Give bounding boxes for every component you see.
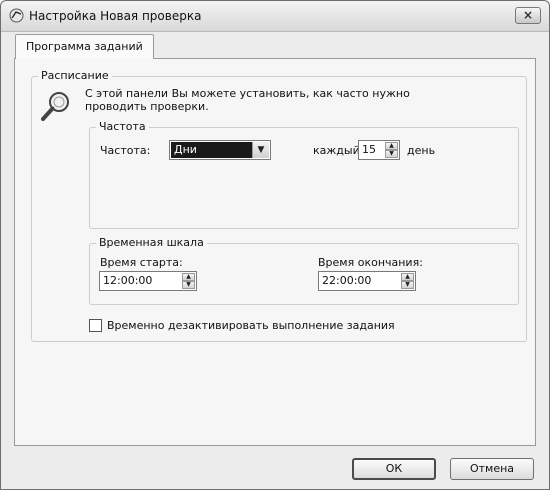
schedule-legend: Расписание [38,69,112,82]
spin-down-icon[interactable]: ▼ [385,150,398,158]
magnifier-icon [41,92,69,121]
start-time-value: 12:00:00 [103,274,153,287]
spin-up-icon[interactable]: ▲ [401,273,414,281]
spin-up-icon[interactable]: ▲ [182,273,195,281]
spin-down-icon[interactable]: ▼ [401,281,414,289]
end-time-value: 22:00:00 [322,274,372,287]
spin-down-icon[interactable]: ▼ [182,281,195,289]
frequency-selected-value: Дни [171,142,254,158]
close-button[interactable]: × [515,7,541,24]
window-title: Настройка Новая проверка [29,9,202,23]
end-time-input[interactable]: 22:00:00 ▲ ▼ [318,271,416,291]
frequency-group: Частота [89,120,519,229]
timeline-legend: Временная шкала [96,236,207,249]
ok-label: ОК [385,462,403,475]
dialog-window: Настройка Новая проверка × Программа зад… [0,0,550,490]
unit-label: день [407,144,436,157]
disable-task-label[interactable]: Временно дезактивировать выполнение зада… [107,319,395,332]
cancel-label: Отмена [469,462,515,475]
every-label: каждый [313,144,360,157]
frequency-label: Частота: [100,144,151,157]
frequency-legend: Частота [96,120,149,133]
start-time-input[interactable]: 12:00:00 ▲ ▼ [99,271,197,291]
disable-task-checkbox[interactable] [89,319,102,332]
ok-button[interactable]: ОК [352,458,436,480]
schedule-description: С этой панели Вы можете установить, как … [85,87,410,113]
every-value: 15 [362,143,376,156]
start-time-label: Время старта: [100,256,183,269]
app-icon [9,8,24,23]
cancel-button[interactable]: Отмена [450,458,534,480]
every-stepper[interactable]: 15 ▲ ▼ [358,140,400,160]
frequency-select[interactable]: Дни ▼ [169,140,271,160]
end-time-label: Время окончания: [318,256,423,269]
tab-schedule-program[interactable]: Программа заданий [15,34,154,59]
spin-up-icon[interactable]: ▲ [385,142,398,150]
title-bar[interactable]: Настройка Новая проверка × [1,1,549,32]
close-icon: × [522,8,534,22]
chevron-down-icon[interactable]: ▼ [252,142,269,158]
